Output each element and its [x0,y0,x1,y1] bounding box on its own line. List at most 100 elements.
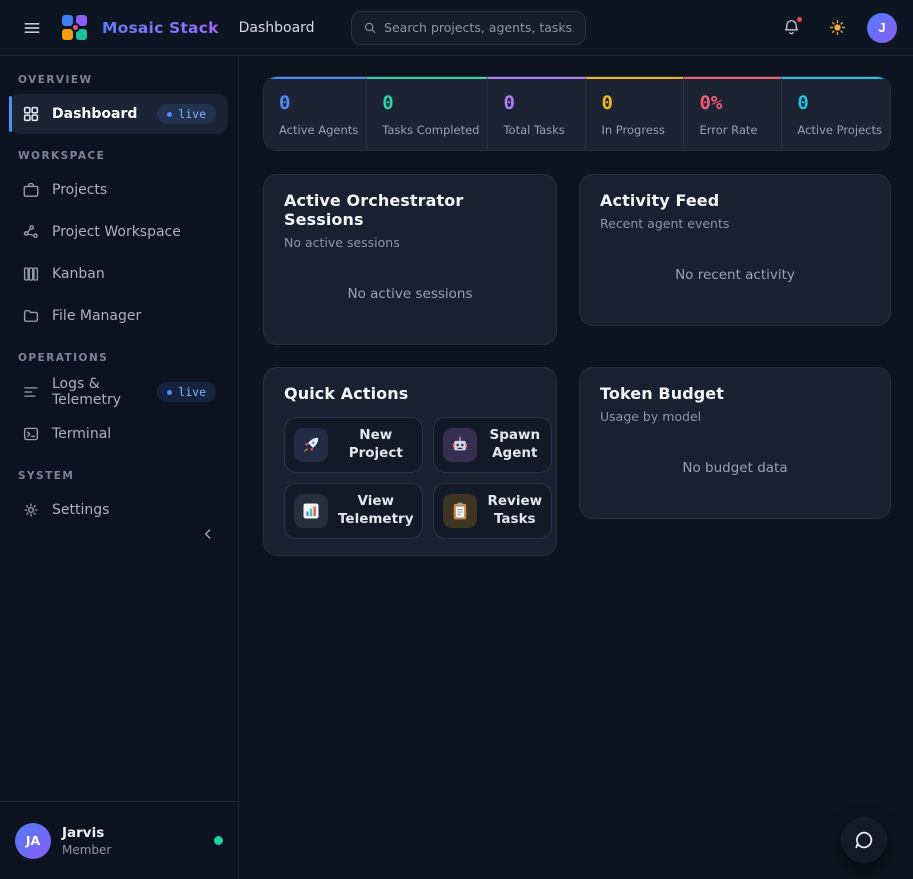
sidebar-item-label: File Manager [52,308,141,324]
top-header: Mosaic Stack Dashboard J [0,0,913,56]
stat-value: 0 [382,92,479,114]
search-input[interactable] [384,20,574,35]
stat-value: 0 [279,92,358,114]
sessions-card: Active Orchestrator Sessions No active s… [263,174,557,345]
sessions-card-subtitle: No active sessions [284,235,536,250]
chat-button[interactable] [841,817,887,863]
briefcase-icon [22,181,40,199]
rocket-icon [294,428,328,462]
sidebar-item-terminal[interactable]: Terminal [10,414,228,454]
sidebar-collapse-button[interactable] [200,526,216,542]
quick-action-label: Spawn Agent [487,427,542,462]
stat-card-in-progress: 0 In Progress [585,77,683,150]
stat-value: 0 [503,92,577,114]
section-workspace: WORKSPACE [18,150,220,162]
dashboard-grid-icon [22,105,40,123]
notification-dot [796,16,803,23]
hamburger-icon [22,18,42,38]
stat-card-error-rate: 0% Error Rate [683,77,781,150]
stat-card-total-tasks: 0 Total Tasks [487,77,585,150]
activity-feed-subtitle: Recent agent events [600,216,870,231]
clipboard-icon [443,494,477,528]
section-system: SYSTEM [18,470,220,482]
sidebar-item-dashboard[interactable]: Dashboard live [10,94,228,134]
sidebar-item-label: Kanban [52,266,105,282]
stat-value: 0 [601,92,675,114]
sessions-card-title: Active Orchestrator Sessions [284,191,536,229]
stat-label: Active Agents [279,123,358,137]
stat-value: 0% [699,92,773,114]
live-badge-label: live [178,107,206,121]
activity-empty-state: No recent activity [600,231,870,309]
sidebar-item-kanban[interactable]: Kanban [10,254,228,294]
sidebar-item-label: Projects [52,182,107,198]
sidebar-item-projects[interactable]: Projects [10,170,228,210]
sidebar-item-label: Terminal [52,426,111,442]
user-role: Member [62,843,111,857]
hamburger-menu-button[interactable] [16,12,48,44]
live-dot-icon [167,112,172,117]
notifications-button[interactable] [775,12,807,44]
quick-actions-title: Quick Actions [284,384,536,403]
brand-title: Mosaic Stack [102,19,219,37]
main-content: 0 Active Agents 0 Tasks Completed 0 Tota… [239,56,913,879]
logs-lines-icon [22,383,40,401]
view-telemetry-button[interactable]: View Telemetry [284,483,423,539]
sidebar-item-file-manager[interactable]: File Manager [10,296,228,336]
user-avatar-initials: JA [15,823,51,859]
stat-label: Error Rate [699,123,773,137]
stat-card-active-projects: 0 Active Projects [781,77,890,150]
online-status-dot [214,836,223,845]
stat-label: Active Projects [797,123,882,137]
stat-label: Total Tasks [503,123,577,137]
live-badge: live [157,104,216,124]
bar-chart-icon [294,494,328,528]
activity-feed-card: Activity Feed Recent agent events No rec… [579,174,891,326]
quick-actions-grid: New Project Spawn Agent Vi [284,417,536,539]
sidebar-item-label: Logs & Telemetry [52,376,145,408]
user-name: Jarvis [62,825,111,841]
theme-toggle-button[interactable] [821,12,853,44]
activity-feed-title: Activity Feed [600,191,870,210]
mosaic-logo-icon [62,15,88,41]
robot-icon [443,428,477,462]
new-project-button[interactable]: New Project [284,417,423,473]
review-tasks-button[interactable]: Review Tasks [433,483,552,539]
sessions-empty-state: No active sessions [284,250,536,328]
sidebar: OVERVIEW Dashboard live WORKSPACE [0,56,239,879]
sun-icon [828,18,847,37]
live-badge-label: live [178,385,206,399]
sidebar-item-settings[interactable]: Settings [10,490,228,530]
section-operations: OPERATIONS [18,352,220,364]
sidebar-item-logs-telemetry[interactable]: Logs & Telemetry live [10,372,228,412]
sidebar-item-label: Project Workspace [52,224,181,240]
user-avatar[interactable]: J [867,13,897,43]
stats-row: 0 Active Agents 0 Tasks Completed 0 Tota… [263,76,891,151]
live-dot-icon [167,390,172,395]
token-budget-card: Token Budget Usage by model No budget da… [579,367,891,519]
stat-card-tasks-completed: 0 Tasks Completed [366,77,487,150]
sidebar-item-project-workspace[interactable]: Project Workspace [10,212,228,252]
section-overview: OVERVIEW [18,74,220,86]
spawn-agent-button[interactable]: Spawn Agent [433,417,552,473]
header-actions: J [775,12,897,44]
stat-value: 0 [797,92,882,114]
quick-action-label: New Project [338,427,413,462]
search-icon [363,20,376,35]
quick-action-label: View Telemetry [338,493,413,528]
sidebar-user-panel[interactable]: JA Jarvis Member [0,801,238,879]
stat-label: Tasks Completed [382,123,479,137]
live-badge: live [157,382,216,402]
app-window: Mosaic Stack Dashboard J OVERVIEW [0,0,913,879]
sidebar-item-label: Dashboard [52,106,137,122]
folder-icon [22,307,40,325]
budget-empty-state: No budget data [600,424,870,502]
chat-bubble-icon [853,829,875,851]
terminal-icon [22,425,40,443]
chevron-left-icon [200,526,216,542]
token-budget-title: Token Budget [600,384,870,403]
token-budget-subtitle: Usage by model [600,409,870,424]
global-search[interactable] [351,11,586,45]
sidebar-item-label: Settings [52,502,109,518]
gear-icon [22,501,40,519]
